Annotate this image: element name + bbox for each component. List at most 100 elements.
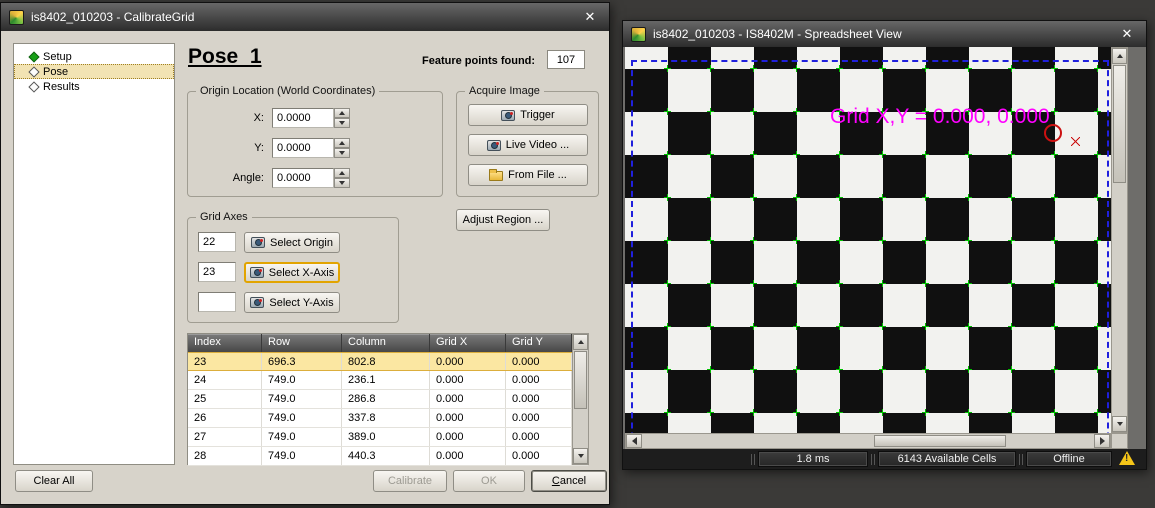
scroll-down-button[interactable] [1112,416,1127,432]
grid-feature-cross [1008,366,1015,373]
grid-feature-cross [1051,194,1058,201]
grid-feature-cross [922,409,929,416]
origin-marker-x [1071,137,1080,146]
grid-feature-cross [922,280,929,287]
calibrate-button: Calibrate [373,470,447,492]
scrollbar-thumb[interactable] [574,351,587,409]
scroll-right-button[interactable] [1094,434,1110,448]
spin-up-button[interactable] [334,108,350,118]
select-origin-button[interactable]: Select Origin [244,232,340,253]
x-axis-index-input[interactable] [198,262,236,282]
adjust-region-button[interactable]: Adjust Region ... [456,209,550,231]
angle-input[interactable] [272,168,334,188]
grid-feature-cross [664,194,671,201]
grid-feature-cross [879,237,886,244]
grid-feature-cross [750,194,757,201]
table-scrollbar[interactable] [572,333,589,465]
clear-all-button[interactable]: Clear All [15,470,93,492]
grid-feature-cross [793,366,800,373]
table-body: 23 696.3 802.8 0.000 0.000 24 749.0 236.… [188,352,588,466]
grid-feature-cross [1094,409,1101,416]
grid-feature-cross [707,409,714,416]
feature-points-label: Feature points found: [422,55,535,67]
grid-feature-cross [664,108,671,115]
y-input[interactable] [272,138,334,158]
tree-item-setup[interactable]: Setup [14,49,174,64]
pose-heading: Pose 1 [188,45,262,69]
grid-feature-cross [1008,323,1015,330]
grid-feature-cross [1051,237,1058,244]
scroll-up-button[interactable] [573,334,588,350]
status-separator [751,454,755,465]
app-icon [631,27,646,42]
spin-down-button[interactable] [334,178,350,188]
spin-up-button[interactable] [334,168,350,178]
close-icon[interactable]: ✕ [1116,26,1138,42]
grid-feature-cross [750,366,757,373]
calibrate-grid-titlebar[interactable]: is8402_010203 - CalibrateGrid ✕ [1,3,609,31]
y-axis-index-input[interactable] [198,292,236,312]
grid-feature-cross [965,151,972,158]
grid-feature-cross [922,366,929,373]
tree-item-results[interactable]: Results [14,79,174,94]
grid-feature-cross [1008,409,1015,416]
grid-feature-cross [793,108,800,115]
tree-item-pose[interactable]: Pose [14,64,174,79]
column-header-index[interactable]: Index [188,334,262,352]
table-row[interactable]: 27 749.0 389.0 0.000 0.000 [188,428,588,447]
y-spinner [334,138,350,158]
cancel-button[interactable]: Cancel [531,470,607,492]
grid-feature-cross [879,323,886,330]
table-row[interactable]: 26 749.0 337.8 0.000 0.000 [188,409,588,428]
grid-feature-cross [793,194,800,201]
step-tree: Setup Pose Results [13,43,175,465]
grid-feature-cross [1094,366,1101,373]
grid-feature-cross [707,280,714,287]
scroll-left-button[interactable] [626,434,642,448]
close-icon[interactable]: ✕ [579,9,601,25]
x-input[interactable] [272,108,334,128]
grid-feature-cross [1094,323,1101,330]
grid-feature-cross [965,280,972,287]
image-vertical-scrollbar[interactable] [1111,47,1128,433]
grid-feature-cross [1051,65,1058,72]
scrollbar-thumb[interactable] [1113,65,1126,183]
live-video-button[interactable]: Live Video ... [468,134,588,156]
spreadsheet-view-window: is8402_010203 - IS8402M - Spreadsheet Vi… [622,20,1147,470]
warning-triangle-icon [1119,451,1135,465]
grid-feature-cross [1094,108,1101,115]
grid-feature-cross [965,323,972,330]
table-row[interactable]: 28 749.0 440.3 0.000 0.000 [188,447,588,466]
column-header-grid-y[interactable]: Grid Y [506,334,572,352]
scroll-up-button[interactable] [1112,48,1127,64]
grid-axes-title: Grid Axes [196,211,252,223]
image-horizontal-scrollbar[interactable] [625,433,1111,449]
camera-icon [250,297,264,308]
column-header-row[interactable]: Row [262,334,342,352]
column-header-grid-x[interactable]: Grid X [430,334,506,352]
spreadsheet-view-titlebar[interactable]: is8402_010203 - IS8402M - Spreadsheet Vi… [623,21,1146,47]
grid-feature-cross [922,237,929,244]
from-file-button[interactable]: From File ... [468,164,588,186]
y-field-row: Y: [196,138,350,158]
select-y-axis-button[interactable]: Select Y-Axis [244,292,340,313]
grid-feature-cross [707,151,714,158]
table-row[interactable]: 25 749.0 286.8 0.000 0.000 [188,390,588,409]
grid-feature-cross [1094,237,1101,244]
scroll-down-button[interactable] [573,448,588,464]
grid-feature-cross [664,409,671,416]
column-header-column[interactable]: Column [342,334,430,352]
grid-feature-cross [836,65,843,72]
grid-feature-cross [664,366,671,373]
scrollbar-thumb[interactable] [874,435,1006,447]
origin-index-input[interactable] [198,232,236,252]
spin-down-button[interactable] [334,148,350,158]
table-row[interactable]: 24 749.0 236.1 0.000 0.000 [188,371,588,390]
spin-up-button[interactable] [334,138,350,148]
trigger-button[interactable]: Trigger [468,104,588,126]
table-row[interactable]: 23 696.3 802.8 0.000 0.000 [188,352,588,371]
select-x-axis-button[interactable]: Select X-Axis [244,262,340,283]
grid-feature-cross [922,323,929,330]
camera-image[interactable]: Grid X,Y = 0.000, 0.000 [625,47,1111,433]
spin-down-button[interactable] [334,118,350,128]
